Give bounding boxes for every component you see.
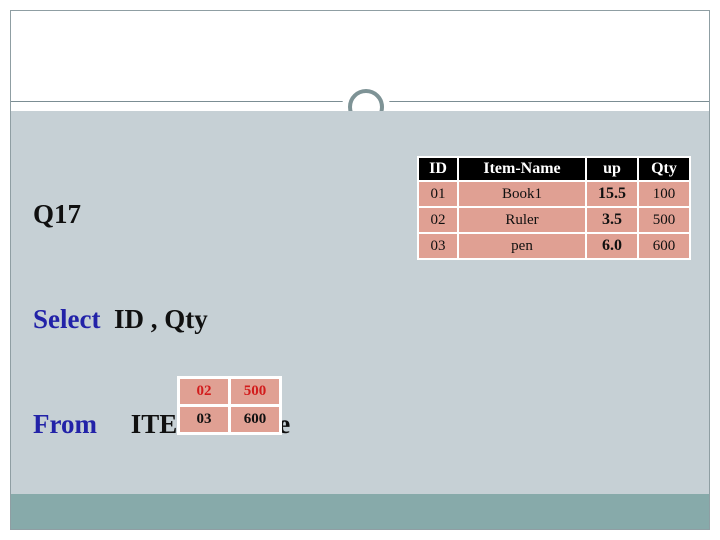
cell-id: 02 [419, 208, 457, 232]
cell-up: 6.0 [587, 234, 637, 258]
sql-clause-select: ID , Qty [100, 304, 208, 334]
slide: Q17 Select ID , Qty From ITEMS-Table Whe… [10, 10, 710, 530]
result-cell-id: 03 [180, 407, 228, 432]
cell-qty: 600 [639, 234, 689, 258]
cell-item-name: Ruler [459, 208, 585, 232]
slide-footer-bar [11, 494, 709, 529]
items-table-head: ID Item-Name up Qty [419, 158, 689, 180]
cell-id: 01 [419, 182, 457, 206]
slide-body-panel: Q17 Select ID , Qty From ITEMS-Table Whe… [11, 111, 709, 529]
column-header-qty: Qty [639, 158, 689, 180]
table-row: 03 600 [180, 407, 279, 432]
column-header-item-name: Item-Name [459, 158, 585, 180]
cell-up: 15.5 [587, 182, 637, 206]
query-label: Q17 [33, 199, 82, 229]
result-cell-id: 02 [180, 379, 228, 404]
cell-qty: 100 [639, 182, 689, 206]
sql-line-select: Select ID , Qty [33, 302, 290, 337]
cell-qty: 500 [639, 208, 689, 232]
query-label-line: Q17 [33, 197, 290, 232]
column-header-id: ID [419, 158, 457, 180]
table-row: 02 Ruler 3.5 500 [419, 208, 689, 232]
items-table: ID Item-Name up Qty 01 Book1 15.5 100 02… [417, 156, 691, 260]
query-result-body: 02 500 03 600 [180, 379, 279, 432]
sql-keyword-select: Select [33, 304, 101, 334]
column-header-up: up [587, 158, 637, 180]
result-cell-qty: 500 [231, 379, 279, 404]
cell-item-name: Book1 [459, 182, 585, 206]
result-cell-qty: 600 [231, 407, 279, 432]
sql-query-block: Q17 Select ID , Qty From ITEMS-Table Whe… [33, 127, 290, 529]
query-result-table: 02 500 03 600 [177, 376, 282, 435]
sql-keyword-from: From [33, 409, 97, 439]
table-header-row: ID Item-Name up Qty [419, 158, 689, 180]
table-row: 01 Book1 15.5 100 [419, 182, 689, 206]
cell-id: 03 [419, 234, 457, 258]
items-table-body: 01 Book1 15.5 100 02 Ruler 3.5 500 03 pe… [419, 182, 689, 258]
table-row: 02 500 [180, 379, 279, 404]
cell-item-name: pen [459, 234, 585, 258]
cell-up: 3.5 [587, 208, 637, 232]
table-row: 03 pen 6.0 600 [419, 234, 689, 258]
